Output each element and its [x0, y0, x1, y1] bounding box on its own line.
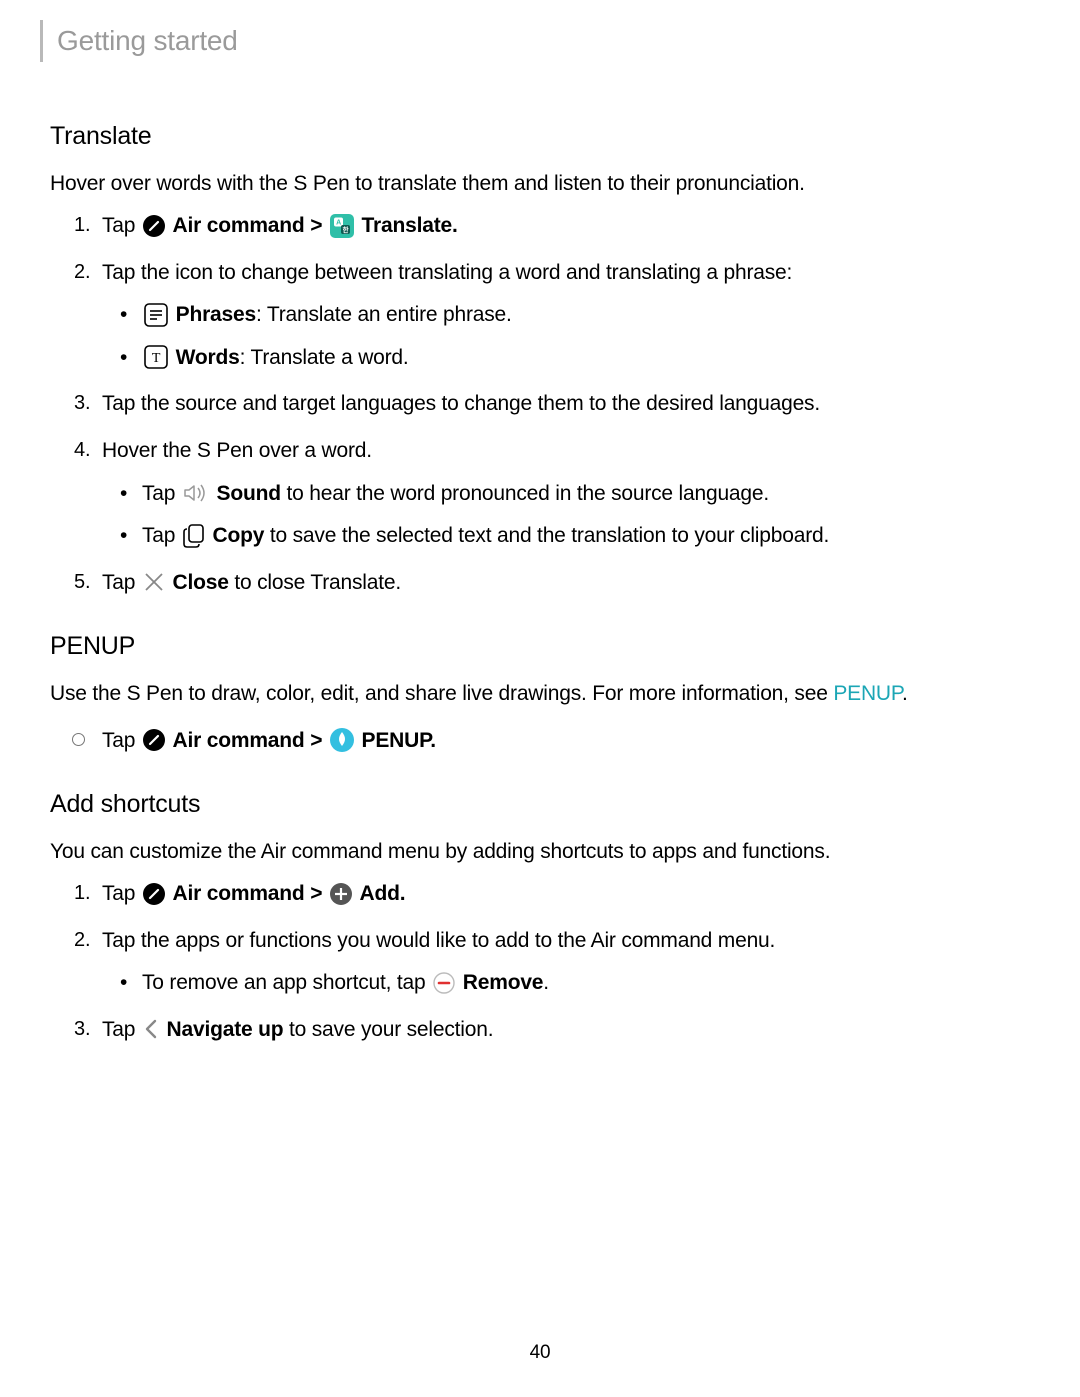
text: Tap — [142, 482, 175, 505]
copy-icon — [183, 524, 205, 548]
translate-steps: Tap Air command > A한 Translate. Tap the … — [50, 210, 1030, 599]
remove-label: Remove — [463, 971, 544, 994]
penup-intro: Use the S Pen to draw, color, edit, and … — [50, 678, 1030, 711]
shortcuts-step-1: Tap Air command > Add. — [50, 878, 1030, 911]
sound-icon — [183, 482, 209, 504]
translate-step-5: Tap Close to close Translate. — [50, 567, 1030, 600]
text: > — [310, 729, 322, 752]
add-label: Add — [360, 882, 400, 905]
sound-label: Sound — [217, 482, 281, 505]
copy-item: Tap Copy to save the selected text and t… — [102, 520, 1030, 553]
text: Tap — [102, 1018, 135, 1041]
text: > — [310, 882, 322, 905]
translate-step-1: Tap Air command > A한 Translate. — [50, 210, 1030, 243]
remove-item: To remove an app shortcut, tap Remove. — [102, 967, 1030, 1000]
text: Tap the icon to change between translati… — [102, 261, 792, 284]
text: . — [400, 882, 406, 905]
text: . — [452, 214, 458, 237]
phrases-label: Phrases — [176, 303, 256, 326]
sound-item: Tap Sound to hear the word pronounced in… — [102, 478, 1030, 511]
translate-step2-sublist: Phrases: Translate an entire phrase. T W… — [102, 299, 1030, 374]
text: to save the selected text and the transl… — [264, 524, 829, 547]
svg-text:한: 한 — [343, 225, 349, 234]
translate-label: Translate — [362, 214, 452, 237]
text: Use the S Pen to draw, color, edit, and … — [50, 682, 833, 705]
text: . — [543, 971, 549, 994]
shortcuts-steps: Tap Air command > Add. Tap the apps or f… — [50, 878, 1030, 1046]
text: Tap — [102, 571, 135, 594]
text: > — [310, 214, 322, 237]
penup-heading: PENUP — [50, 627, 1030, 666]
penup-icon — [330, 728, 354, 752]
text: : Translate a word. — [240, 346, 409, 369]
text: Tap — [142, 524, 175, 547]
breadcrumb: Getting started — [40, 20, 1030, 62]
words-label: Words — [176, 346, 240, 369]
penup-link[interactable]: PENUP — [833, 682, 902, 705]
air-command-label: Air command — [173, 729, 305, 752]
penup-list: Tap Air command > PENUP. — [50, 725, 1030, 758]
copy-label: Copy — [213, 524, 265, 547]
translate-step-3: Tap the source and target languages to c… — [50, 388, 1030, 421]
remove-icon — [433, 972, 455, 994]
svg-text:T: T — [152, 351, 161, 366]
page-number: 40 — [0, 1338, 1080, 1367]
text: to hear the word pronounced in the sourc… — [281, 482, 769, 505]
air-command-label: Air command — [173, 882, 305, 905]
text: To remove an app shortcut, tap — [142, 971, 431, 994]
close-label: Close — [173, 571, 229, 594]
text: : Translate an entire phrase. — [256, 303, 512, 326]
text: Hover the S Pen over a word. — [102, 439, 372, 462]
text: to close Translate. — [229, 571, 401, 594]
shortcuts-step-3: Tap Navigate up to save your selection. — [50, 1014, 1030, 1047]
air-command-icon — [143, 883, 165, 905]
penup-item: Tap Air command > PENUP. — [50, 725, 1030, 758]
add-icon — [330, 883, 352, 905]
breadcrumb-text: Getting started — [57, 19, 238, 62]
text: . — [902, 682, 908, 705]
translate-intro: Hover over words with the S Pen to trans… — [50, 168, 1030, 201]
text: Tap — [102, 214, 135, 237]
close-icon — [143, 571, 165, 593]
words-icon: T — [144, 345, 168, 369]
phrases-icon — [144, 303, 168, 327]
air-command-icon — [143, 729, 165, 751]
text: . — [430, 729, 436, 752]
shortcuts-heading: Add shortcuts — [50, 785, 1030, 824]
shortcuts-step-2: Tap the apps or functions you would like… — [50, 925, 1030, 1000]
shortcuts-intro: You can customize the Air command menu b… — [50, 836, 1030, 869]
translate-step-4: Hover the S Pen over a word. Tap Sound t… — [50, 435, 1030, 553]
air-command-icon — [143, 215, 165, 237]
air-command-label: Air command — [173, 214, 305, 237]
shortcuts-step2-sublist: To remove an app shortcut, tap Remove. — [102, 967, 1030, 1000]
text: Tap — [102, 729, 135, 752]
text: Tap the apps or functions you would like… — [102, 929, 775, 952]
navigate-up-label: Navigate up — [167, 1018, 284, 1041]
translate-heading: Translate — [50, 117, 1030, 156]
text: to save your selection. — [283, 1018, 493, 1041]
penup-label: PENUP — [362, 729, 431, 752]
text: Tap — [102, 882, 135, 905]
svg-text:A: A — [336, 219, 341, 226]
translate-icon: A한 — [330, 214, 354, 238]
navigate-up-icon — [143, 1018, 159, 1040]
words-item: T Words: Translate a word. — [102, 342, 1030, 375]
translate-step4-sublist: Tap Sound to hear the word pronounced in… — [102, 478, 1030, 553]
translate-step-2: Tap the icon to change between translati… — [50, 257, 1030, 375]
phrases-item: Phrases: Translate an entire phrase. — [102, 299, 1030, 332]
